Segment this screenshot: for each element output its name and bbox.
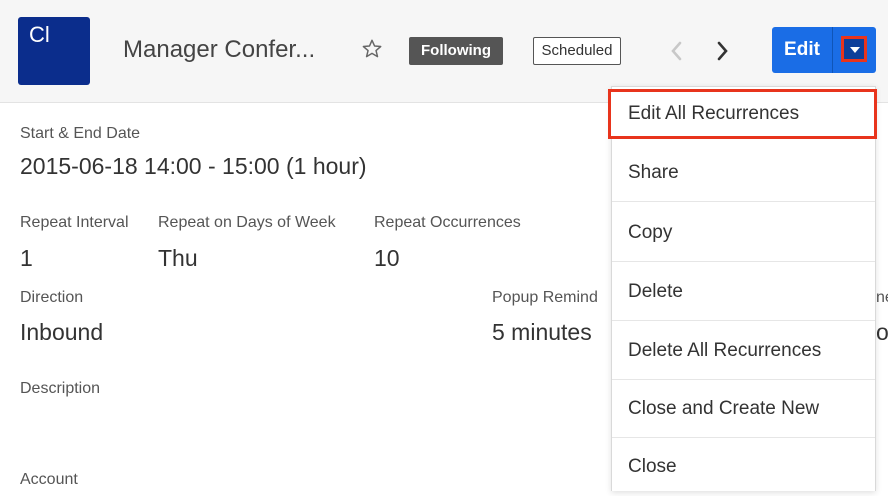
record-avatar: Cl [18, 17, 90, 85]
popup-reminder-label: Popup Remind [492, 289, 598, 306]
menu-item-share[interactable]: Share [612, 144, 875, 202]
chevron-right-icon[interactable] [713, 40, 731, 62]
chevron-left-icon[interactable] [668, 40, 686, 62]
repeat-occurrences-value: 10 [374, 245, 400, 271]
popup-reminder-value: 5 minutes [492, 319, 592, 345]
edit-dropdown-toggle[interactable] [832, 27, 876, 73]
partial-field-value: o [876, 319, 888, 345]
edit-actions-menu: Edit All Recurrences Share Copy Delete D… [608, 86, 877, 492]
avatar-initials: Cl [29, 22, 50, 47]
record-title: Manager Confer... [123, 36, 316, 63]
start-end-date-label: Start & End Date [20, 125, 141, 142]
partial-field-label: ne [876, 289, 888, 306]
repeat-occurrences-label: Repeat Occurrences [374, 214, 521, 231]
direction-value: Inbound [20, 319, 104, 345]
menu-item-close-and-create-new[interactable]: Close and Create New [612, 380, 875, 438]
repeat-interval-label: Repeat Interval [20, 214, 129, 231]
description-label: Description [20, 380, 101, 397]
status-badge: Scheduled [533, 37, 621, 65]
star-icon[interactable] [361, 38, 383, 60]
menu-item-copy[interactable]: Copy [612, 203, 875, 262]
repeat-interval-value: 1 [20, 245, 33, 271]
repeat-days-value: Thu [158, 245, 198, 271]
start-end-date-value: 2015-06-18 14:00 - 15:00 (1 hour) [20, 153, 367, 179]
menu-item-close[interactable]: Close [612, 438, 875, 492]
repeat-days-label: Repeat on Days of Week [158, 214, 336, 231]
menu-item-delete-all-recurrences[interactable]: Delete All Recurrences [612, 322, 875, 380]
caret-down-icon[interactable] [841, 36, 867, 62]
following-badge[interactable]: Following [409, 37, 503, 65]
menu-item-delete[interactable]: Delete [612, 263, 875, 321]
menu-item-edit-all-recurrences[interactable]: Edit All Recurrences [608, 89, 877, 139]
direction-label: Direction [20, 289, 84, 306]
edit-button[interactable]: Edit [772, 27, 832, 73]
account-label: Account [20, 471, 78, 488]
